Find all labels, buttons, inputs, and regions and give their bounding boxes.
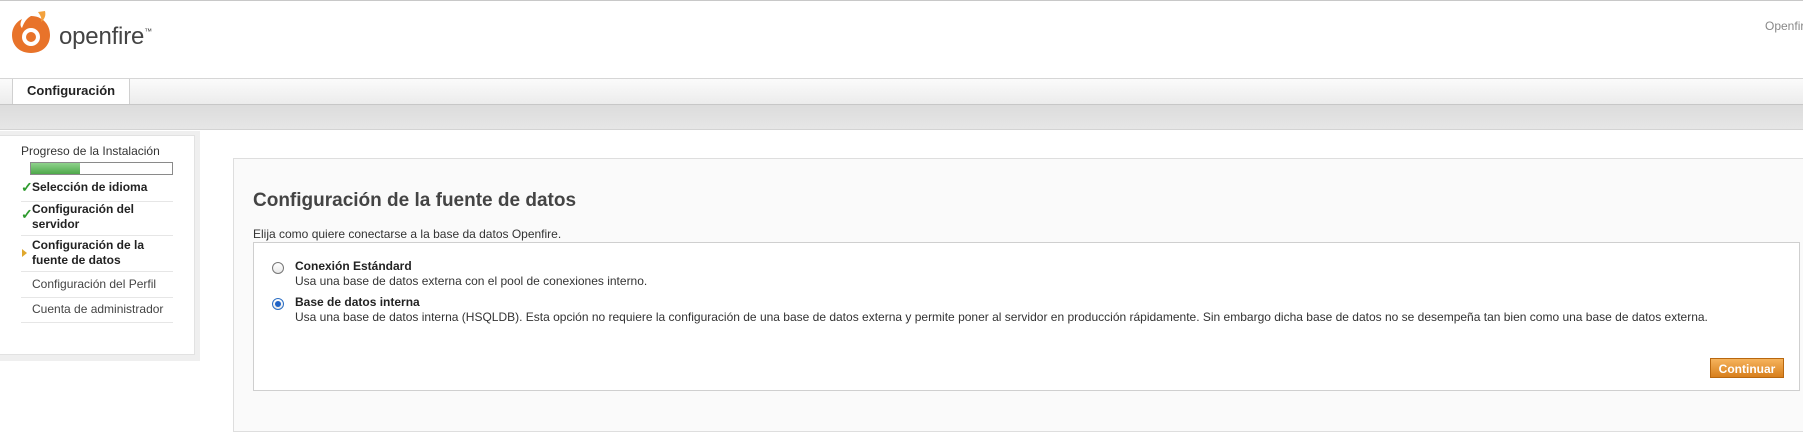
sidebar-container: Progreso de la Instalación ✓ Selección d… [0, 131, 200, 361]
setup-progress-sidebar: Progreso de la Instalación ✓ Selección d… [0, 135, 195, 355]
step-label: Configuración del servidor [32, 202, 134, 231]
tab-configuracion[interactable]: Configuración [12, 79, 131, 104]
step-label: Configuración del Perfil [32, 277, 157, 291]
checkmark-icon: ✓ [21, 179, 33, 195]
progress-fill [31, 163, 81, 174]
sub-nav-bar [0, 105, 1803, 130]
radio-standard-connection[interactable] [272, 262, 284, 274]
step-server: ✓ Configuración del servidor [21, 202, 173, 236]
step-label: Configuración de la fuente de datos [32, 238, 145, 267]
step-label: Selección de idioma [32, 180, 148, 194]
tab-bar: Configuración [0, 78, 1803, 105]
openfire-logo-icon [12, 11, 50, 53]
step-language: ✓ Selección de idioma [21, 180, 173, 202]
option-title-embedded: Base de datos interna [295, 295, 420, 309]
option-desc-standard: Usa una base de datos externa con el poo… [295, 274, 648, 288]
header-right-text: Openfire [1765, 19, 1803, 33]
brand-name: openfire™ [59, 23, 152, 50]
step-datasource: Configuración de la fuente de datos [21, 238, 173, 272]
progress-bar [30, 162, 173, 175]
step-label: Cuenta de administrador [32, 302, 164, 316]
checkmark-icon: ✓ [21, 206, 33, 222]
header: openfire™ Openfire [0, 1, 1803, 78]
page-title: Configuración de la fuente de datos [253, 190, 577, 211]
option-desc-embedded: Usa una base de datos interna (HSQLDB). … [295, 310, 1708, 324]
step-profile: Configuración del Perfil [21, 277, 173, 298]
option-title-standard: Conexión Estándard [295, 259, 412, 273]
radio-embedded-database[interactable] [272, 298, 284, 310]
current-step-arrow-icon [22, 249, 27, 257]
step-admin-account: Cuenta de administrador [21, 302, 173, 323]
progress-label: Progreso de la Instalación [21, 144, 160, 158]
intro-text: Elija como quiere conectarse a la base d… [253, 227, 562, 241]
continue-button[interactable]: Continuar [1710, 358, 1784, 378]
